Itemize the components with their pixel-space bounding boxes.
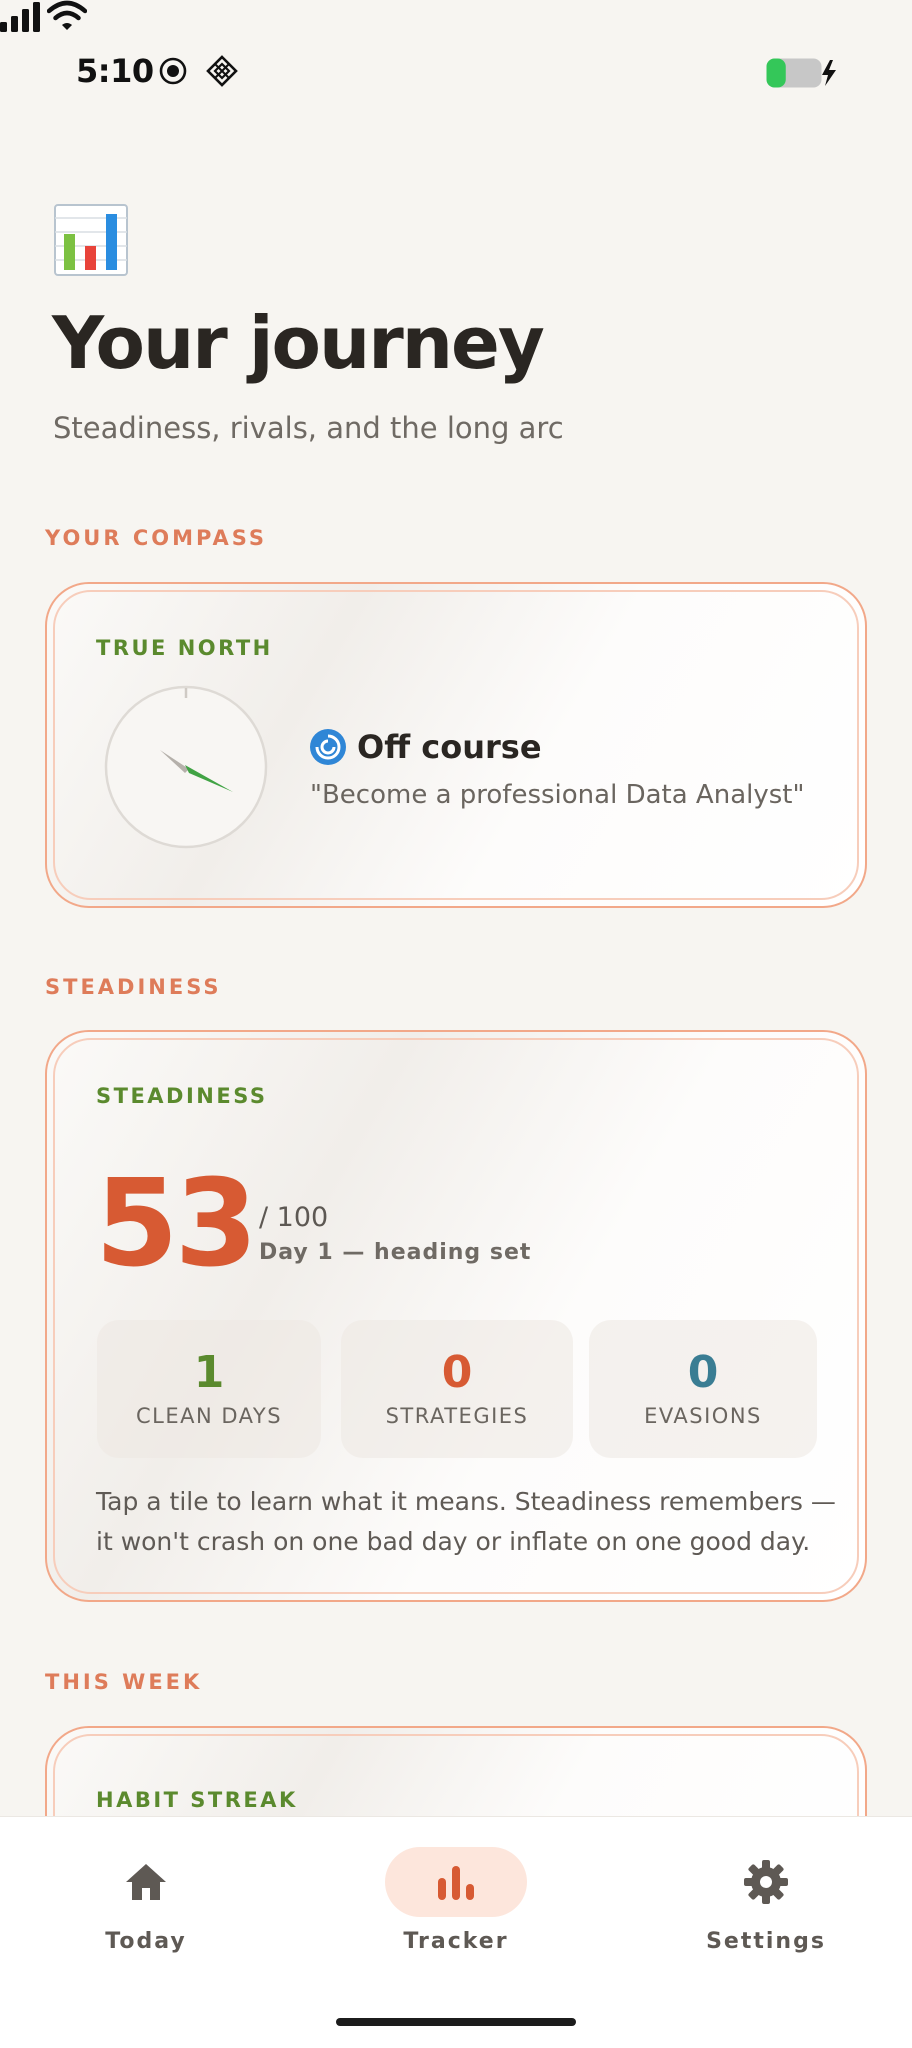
card-label-true-north: TRUE NORTH xyxy=(96,636,273,660)
tile-value: 0 xyxy=(441,1347,473,1398)
status-time: 5:10 xyxy=(76,52,154,90)
home-indicator xyxy=(336,2018,576,2026)
section-label-steadiness: STEADINESS xyxy=(45,975,222,999)
cyclone-icon xyxy=(310,729,346,765)
section-label-compass: YOUR COMPASS xyxy=(45,526,268,550)
battery-charging-icon xyxy=(766,58,836,88)
nav-label: Settings xyxy=(706,1929,826,1954)
wifi-icon xyxy=(46,0,88,30)
nav-item-today[interactable]: Today xyxy=(56,1847,236,1954)
card-label-habit-streak: HABIT STREAK xyxy=(96,1788,298,1812)
cell-signal-icon xyxy=(0,2,40,32)
tile-value: 1 xyxy=(193,1347,225,1398)
nav-label: Today xyxy=(105,1929,187,1954)
bar-chart-emoji-icon xyxy=(54,204,128,276)
section-label-this-week: THIS WEEK xyxy=(45,1670,203,1694)
score-max: / 100 xyxy=(259,1202,329,1233)
goal-quote: "Become a professional Data Analyst" xyxy=(310,780,805,810)
compass-card[interactable]: TRUE NORTH Off course "Become a professi… xyxy=(45,582,867,908)
bottom-nav: Today Tracker Settings xyxy=(0,1816,912,2048)
score-day-label: Day 1 — heading set xyxy=(259,1240,532,1265)
tracker-bars-icon xyxy=(438,1866,474,1900)
course-status-text: Off course xyxy=(357,728,542,766)
nav-item-tracker[interactable]: Tracker xyxy=(366,1847,546,1954)
status-bar: 5:10 xyxy=(0,0,912,150)
steadiness-score: 53 xyxy=(95,1155,258,1294)
screen-record-icon xyxy=(159,57,187,85)
compass-dial-icon xyxy=(104,685,268,849)
course-status: Off course xyxy=(309,728,542,766)
navigation-diamond-icon xyxy=(206,55,238,87)
page-subtitle: Steadiness, rivals, and the long arc xyxy=(53,411,564,445)
tile-label: EVASIONS xyxy=(644,1404,762,1428)
home-icon xyxy=(126,1864,166,1900)
tile-evasions[interactable]: 0 EVASIONS xyxy=(589,1320,817,1458)
page-title: Your journey xyxy=(52,301,545,385)
tile-label: STRATEGIES xyxy=(385,1404,529,1428)
steadiness-note: Tap a tile to learn what it means. Stead… xyxy=(96,1487,836,1556)
gear-icon xyxy=(744,1860,788,1904)
tracker-screen: 5:10 Your journey Steadiness, rivals, an… xyxy=(0,0,912,2048)
nav-label: Tracker xyxy=(403,1929,509,1954)
card-label-steadiness: STEADINESS xyxy=(96,1084,268,1108)
steadiness-card: STEADINESS 53 / 100 Day 1 — heading set … xyxy=(45,1030,867,1602)
tile-clean-days[interactable]: 1 CLEAN DAYS xyxy=(97,1320,321,1458)
tile-value: 0 xyxy=(687,1347,719,1398)
nav-item-settings[interactable]: Settings xyxy=(676,1847,856,1954)
tile-strategies[interactable]: 0 STRATEGIES xyxy=(341,1320,573,1458)
tile-label: CLEAN DAYS xyxy=(135,1404,283,1428)
